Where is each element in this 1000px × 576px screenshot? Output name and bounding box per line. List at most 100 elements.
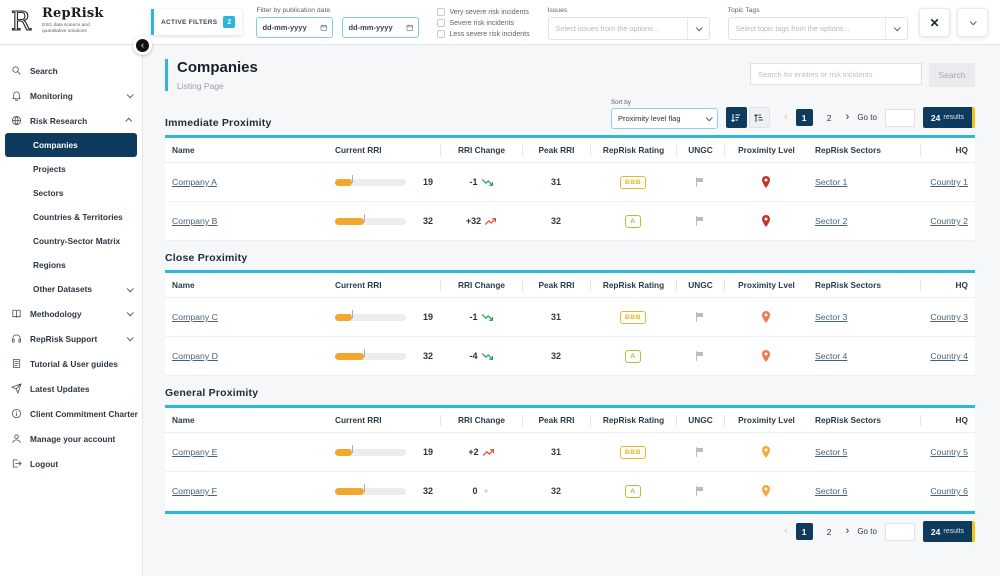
section-immediate-proximity: Immediate Proximity Sort by Proximity le… [165,99,975,241]
date-from-field[interactable] [256,17,333,38]
rri-change-cell: 0 [440,486,522,496]
goto-page-input[interactable] [885,523,915,541]
results-count-badge: 24results [923,107,975,128]
sidebar-item-client-commitment-charter[interactable]: Client Commitment Charter [0,401,142,426]
ungc-flag-icon [694,485,706,497]
goto-page-input[interactable] [885,109,915,127]
ungc-cell [676,485,724,497]
current-rri-bar: 19 [335,312,433,322]
sidebar-item-label: Client Commitment Charter [30,409,138,419]
column-header-name: Name [165,145,328,156]
column-header-reprisk-rating: RepRisk Rating [590,280,676,291]
hq-link[interactable]: Country 3 [930,312,968,322]
ungc-cell [676,311,724,323]
sidebar-item-country-sector-matrix[interactable]: Country-Sector Matrix [0,229,142,253]
sort-descending-button[interactable] [726,107,747,128]
sidebar-item-sectors[interactable]: Sectors [0,181,142,205]
company-link[interactable]: Company B [172,216,217,226]
hq-link[interactable]: Country 1 [930,177,968,187]
sector-link[interactable]: Sector 5 [815,447,847,457]
hq-link[interactable]: Country 5 [930,447,968,457]
rri-change-cell: +2 [440,447,522,458]
sidebar-item-latest-updates[interactable]: Latest Updates [0,376,142,401]
next-page-button[interactable]: › [846,526,850,537]
sidebar-item-companies[interactable]: Companies [5,133,137,157]
date-to-field[interactable] [342,17,419,38]
sector-link[interactable]: Sector 4 [815,351,847,361]
page-button-2[interactable]: 2 [821,523,838,540]
sector-link[interactable]: Sector 2 [815,216,847,226]
next-page-button[interactable]: › [846,112,850,123]
sort-by-select[interactable]: Proximity level flag [611,108,718,129]
chevron-down-icon [127,334,134,341]
info-icon [10,408,22,419]
collapse-filterbar-button[interactable] [957,8,988,37]
chevron-down-icon [970,18,977,25]
issues-placeholder: Select issues from the options... [556,24,659,33]
severity-checkbox-very-severe-risk-incidents[interactable]: Very severe risk incidents [437,8,529,16]
active-filters-card: ACTIVE FILTERS 2 [151,9,242,35]
page-button-2[interactable]: 2 [821,109,838,126]
topic-tags-select[interactable]: Select topic tags from the options... [728,17,908,40]
company-link[interactable]: Company F [172,486,217,496]
ungc-cell [676,446,724,458]
sector-link[interactable]: Sector 6 [815,486,847,496]
current-rri-bar: 32 [335,216,433,226]
sidebar-item-manage-your-account[interactable]: Manage your account [0,426,142,451]
company-link[interactable]: Company E [172,447,217,457]
current-rri-value: 19 [415,447,433,457]
company-link[interactable]: Company A [172,177,217,187]
entity-search-input[interactable] [750,63,922,85]
sidebar-item-methodology[interactable]: Methodology [0,301,142,326]
column-header-rri-change: RRI Change [440,415,522,426]
checkbox-icon [437,30,445,38]
prev-page-button[interactable]: ‹ [784,112,788,123]
bell-icon [10,90,22,101]
sidebar-item-regions[interactable]: Regions [0,253,142,277]
trend-down-icon [482,351,493,362]
sidebar-item-countries-territories[interactable]: Countries & Territories [0,205,142,229]
sector-link[interactable]: Sector 3 [815,312,847,322]
hq-link[interactable]: Country 2 [930,216,968,226]
sidebar-item-monitoring[interactable]: Monitoring [0,83,142,108]
prev-page-button[interactable]: ‹ [784,526,788,537]
rri-change-cell: +32 [440,216,522,227]
sidebar-item-tutorial-user-guides[interactable]: Tutorial & User guides [0,351,142,376]
company-link[interactable]: Company C [172,312,218,322]
send-icon [10,383,22,394]
severity-checkbox-less-severe-risk-incidents[interactable]: Less severe risk incidents [437,30,529,38]
date-from-input[interactable] [262,23,316,32]
severity-checkbox-severe-risk-incidents[interactable]: Severe risk incidents [437,19,529,27]
trend-down-icon [482,312,493,323]
sidebar-item-risk-research[interactable]: Risk Research [0,108,142,133]
issues-filter: Issues Select issues from the options... [548,7,710,40]
page-button-1[interactable]: 1 [796,109,813,126]
sidebar-item-label: RepRisk Support [30,334,119,344]
sidebar-nav: SearchMonitoringRisk ResearchCompaniesPr… [0,58,142,476]
clear-filters-button[interactable]: ✕ [919,8,950,37]
table-row: Company F32032ASector 6Country 6 [165,472,975,511]
proximity-cell [724,484,808,499]
search-button[interactable]: Search [929,63,975,87]
reprisk-rating-badge: A [625,485,640,498]
issues-select[interactable]: Select issues from the options... [548,17,710,40]
hq-link[interactable]: Country 4 [930,351,968,361]
column-header-hq: HQ [920,280,975,291]
sidebar-item-logout[interactable]: Logout [0,451,142,476]
sidebar-item-reprisk-support[interactable]: RepRisk Support [0,326,142,351]
sort-ascending-button[interactable] [749,107,770,128]
pagination-top: ‹12›Go to24results [784,107,975,128]
page-button-1[interactable]: 1 [796,523,813,540]
sector-link[interactable]: Sector 1 [815,177,847,187]
sidebar-item-search[interactable]: Search [0,58,142,83]
chevron-down-icon [127,285,134,292]
main-content: Companies Listing Page Search Immediate … [143,45,1000,576]
company-link[interactable]: Company D [172,351,218,361]
sidebar-item-other-datasets[interactable]: Other Datasets [0,277,142,301]
sidebar-item-projects[interactable]: Projects [0,157,142,181]
hq-link[interactable]: Country 6 [930,486,968,496]
peak-rri-value: 31 [522,447,590,457]
sidebar-collapse-button[interactable]: ‹ [133,36,152,55]
proximity-cell [724,214,808,229]
date-to-input[interactable] [348,23,402,32]
